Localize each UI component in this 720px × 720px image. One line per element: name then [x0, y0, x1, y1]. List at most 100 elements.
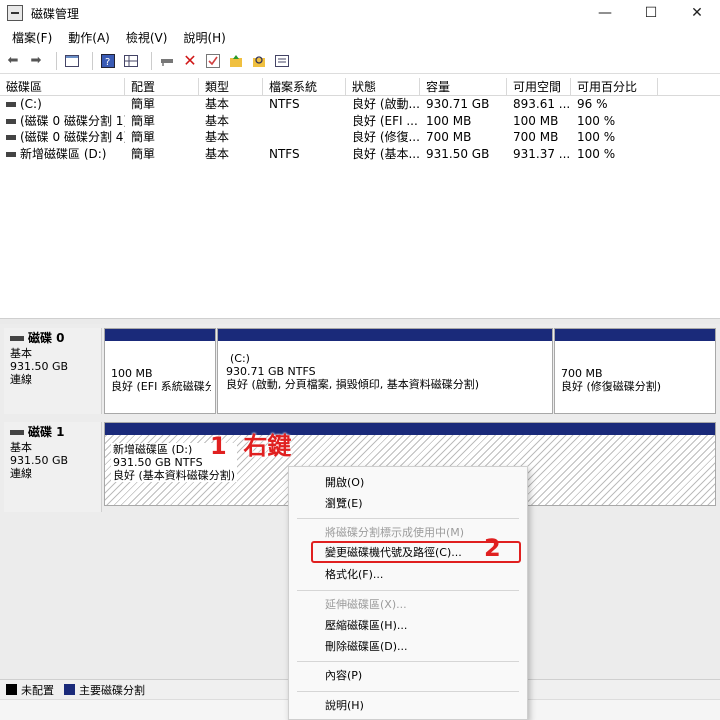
menu-shrink-volume[interactable]: 壓縮磁碟區(H)...: [325, 619, 407, 633]
volume-name: (磁碟 0 磁碟分割 1): [20, 113, 125, 128]
partition-recovery[interactable]: 700 MB 良好 (修復磁碟分割): [554, 328, 716, 414]
toolbar: ⬅ ➡ ? ✕: [0, 48, 720, 74]
delete-icon[interactable]: ✕: [181, 51, 199, 70]
partition-efi[interactable]: 100 MB 良好 (EFI 系統磁碟分割): [104, 328, 216, 414]
capacity-cell: 931.50 GB: [426, 146, 490, 161]
column-header[interactable]: 狀態: [346, 78, 420, 95]
volume-list-header: 磁碟區 配置 類型 檔案系統 狀態 容量 可用空間 可用百分比: [0, 78, 720, 96]
menu-extend-volume: 延伸磁碟區(X)...: [325, 598, 407, 611]
free-space-cell: 700 MB: [513, 130, 559, 144]
menu-separator: [297, 518, 519, 519]
type-cell: 基本: [205, 97, 230, 111]
upload-folder-icon[interactable]: [227, 52, 245, 70]
disk-1-name: 磁碟 1: [28, 425, 65, 439]
column-header[interactable]: 磁碟區: [0, 78, 125, 95]
column-header[interactable]: 檔案系統: [263, 78, 346, 95]
connect-disk-icon[interactable]: [158, 52, 176, 70]
drive-icon: [6, 118, 16, 124]
volume-list: 磁碟區 配置 類型 檔案系統 狀態 容量 可用空間 可用百分比 (C:) 簡單 …: [0, 78, 720, 162]
partition-info: (C:) 930.71 GB NTFS 良好 (啟動, 分頁檔案, 損毀傾印, …: [226, 352, 479, 391]
unallocated-swatch: [6, 684, 17, 695]
legend-primary: 主要磁碟分割: [79, 683, 145, 697]
capacity-cell: 700 MB: [426, 130, 472, 144]
disk-icon: [10, 430, 24, 435]
table-row[interactable]: (磁碟 0 磁碟分割 1) 簡單 基本 良好 (EFI ... 100 MB 1…: [0, 113, 720, 130]
properties-grid-icon[interactable]: [122, 52, 140, 70]
help-icon[interactable]: ?: [99, 52, 117, 70]
check-icon[interactable]: [204, 52, 222, 70]
menu-file[interactable]: 檔案(F): [4, 29, 60, 46]
title-bar: 磁碟管理 — ☐ ✕: [0, 0, 720, 26]
context-menu: 開啟(O) 瀏覽(E) 將磁碟分割標示成使用中(M) 變更磁碟機代號及路徑(C)…: [288, 466, 528, 720]
menu-view[interactable]: 檢視(V): [118, 29, 176, 46]
volume-cell: (磁碟 0 磁碟分割 4): [0, 129, 125, 146]
drive-icon: [6, 102, 16, 107]
disk-0-name: 磁碟 0: [28, 331, 65, 345]
layout-cell: 簡單: [131, 130, 156, 144]
partition-size: 100 MB: [111, 367, 153, 380]
maximize-button[interactable]: ☐: [628, 0, 674, 26]
capacity-cell: 930.71 GB: [426, 97, 490, 111]
menu-properties[interactable]: 內容(P): [325, 669, 362, 683]
partition-size: 700 MB: [561, 367, 603, 380]
table-row[interactable]: (C:) 簡單 基本 NTFS 良好 (啟動... 930.71 GB 893.…: [0, 96, 720, 113]
menu-separator: [297, 661, 519, 662]
free-percent-cell: 100 %: [577, 113, 616, 128]
menu-mark-active: 將磁碟分割標示成使用中(M): [325, 526, 465, 539]
disk-1-label[interactable]: 磁碟 1 基本 931.50 GB 連線: [4, 422, 102, 512]
type-cell: 基本: [205, 113, 230, 128]
column-header[interactable]: 配置: [125, 78, 199, 95]
disk-type: 基本: [10, 441, 32, 454]
drive-icon: [6, 151, 16, 157]
disk-management-icon: [7, 5, 23, 21]
partition-letter: (C:): [230, 352, 250, 365]
status-cell: 良好 (基本...: [352, 146, 420, 161]
partition-status: 良好 (EFI 系統磁碟分割): [111, 380, 211, 393]
toolbar-separator: [151, 51, 152, 70]
filesystem-cell: [263, 129, 346, 146]
primary-partition-bar: [105, 423, 715, 435]
toolbar-separator: [56, 51, 57, 70]
column-header[interactable]: 可用百分比: [571, 78, 658, 95]
window-controls: — ☐ ✕: [582, 0, 720, 26]
list-view-icon[interactable]: [273, 52, 291, 70]
menu-delete-volume[interactable]: 刪除磁碟區(D)...: [325, 640, 408, 654]
show-hide-console-icon[interactable]: [63, 52, 81, 70]
toolbar-separator: [92, 51, 93, 70]
layout-cell: 簡單: [131, 146, 156, 161]
annotation-step-1: 1 右鍵: [210, 432, 292, 460]
column-header[interactable]: 容量: [420, 78, 507, 95]
menu-open[interactable]: 開啟(O): [325, 476, 364, 490]
legend-unallocated: 未配置: [21, 683, 54, 697]
disk-type: 基本: [10, 347, 32, 360]
filesystem-cell: [263, 113, 346, 130]
table-row[interactable]: 新增磁碟區 (D:) 簡單 基本 NTFS 良好 (基本... 931.50 G…: [0, 146, 720, 163]
search-folder-icon[interactable]: [250, 52, 268, 70]
menu-action[interactable]: 動作(A): [60, 29, 118, 46]
back-arrow-icon[interactable]: ⬅: [4, 52, 22, 70]
disk-icon: [10, 336, 24, 341]
volume-name: 新增磁碟區 (D:): [20, 146, 107, 161]
type-cell: 基本: [205, 146, 230, 161]
menu-format[interactable]: 格式化(F)...: [325, 568, 383, 582]
disk-0-label[interactable]: 磁碟 0 基本 931.50 GB 連線: [4, 328, 102, 414]
column-header[interactable]: 類型: [199, 78, 263, 95]
drive-icon: [6, 135, 16, 140]
table-row[interactable]: (磁碟 0 磁碟分割 4) 簡單 基本 良好 (修復... 700 MB 700…: [0, 129, 720, 146]
partition-c[interactable]: (C:) 930.71 GB NTFS 良好 (啟動, 分頁檔案, 損毀傾印, …: [217, 328, 553, 414]
forward-arrow-icon[interactable]: ➡: [27, 52, 45, 70]
close-button[interactable]: ✕: [674, 0, 720, 26]
menu-explore[interactable]: 瀏覽(E): [325, 497, 363, 511]
partition-size: 930.71 GB NTFS: [226, 365, 316, 378]
column-header[interactable]: 可用空間: [507, 78, 571, 95]
free-space-cell: 100 MB: [513, 113, 559, 128]
disk-name: 磁碟 0: [10, 332, 95, 345]
menu-help[interactable]: 說明(H): [175, 29, 233, 46]
minimize-button[interactable]: —: [582, 0, 628, 26]
menu-bar: 檔案(F) 動作(A) 檢視(V) 說明(H): [0, 26, 720, 48]
status-cell: 良好 (修復...: [352, 130, 420, 144]
disk-name: 磁碟 1: [10, 426, 95, 439]
menu-help-item[interactable]: 說明(H): [325, 699, 364, 713]
free-space-cell: 893.61 ...: [513, 97, 571, 111]
filesystem-cell: NTFS: [269, 146, 300, 161]
